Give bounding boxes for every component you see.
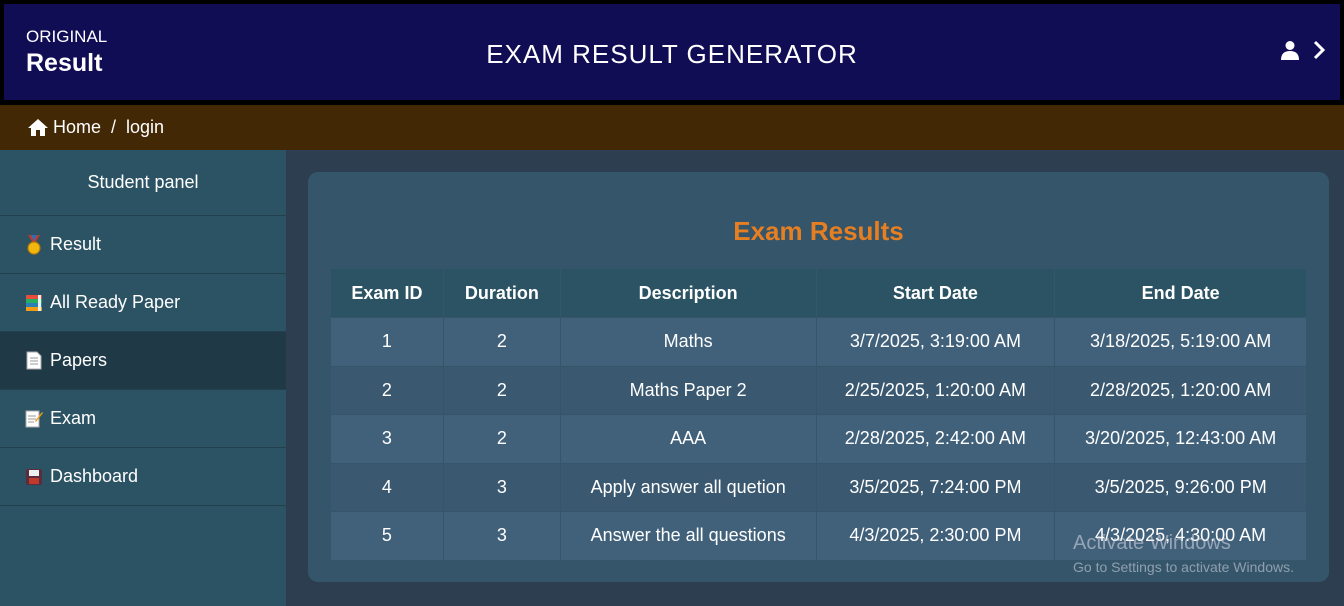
table-cell: 4/3/2025, 2:30:00 PM [815, 511, 1056, 561]
app-title: EXAM RESULT GENERATOR [486, 39, 858, 69]
table-cell: 3/7/2025, 3:19:00 AM [815, 317, 1056, 367]
table-cell: 2/28/2025, 2:42:00 AM [815, 414, 1056, 464]
table-cell: 4 [330, 462, 444, 512]
column-header: End Date [1054, 268, 1307, 318]
sidebar-item-papers[interactable]: Papers [0, 332, 286, 390]
table-cell: Answer the all questions [559, 511, 817, 561]
books-icon [24, 293, 44, 313]
memo-icon [24, 409, 44, 429]
breadcrumb-home-label: Home [53, 117, 102, 137]
table-cell: 3 [442, 462, 561, 512]
table-cell: 3/20/2025, 12:43:00 AM [1054, 414, 1307, 464]
table-cell: 3/18/2025, 5:19:00 AM [1054, 317, 1307, 367]
table-cell: 3/5/2025, 7:24:00 PM [815, 462, 1056, 512]
breadcrumb-home[interactable]: Home [27, 117, 101, 138]
results-table: Exam ID Duration Description Start Date … [330, 268, 1307, 561]
sidebar-item-label: All Ready Paper [50, 292, 181, 312]
sidebar-title: Student panel [0, 150, 286, 216]
home-icon [27, 118, 49, 137]
table-cell: 3 [442, 511, 561, 561]
floppy-disk-icon [24, 467, 44, 487]
table-cell: 5 [330, 511, 444, 561]
table-cell: 3/5/2025, 9:26:00 PM [1054, 462, 1307, 512]
exam-results-card: Exam Results Exam ID Duration Descriptio… [308, 172, 1329, 582]
sidebar-item-all-ready-paper[interactable]: All Ready Paper [0, 274, 286, 332]
sidebar: Student panel Result All Ready Paper Pap… [0, 150, 286, 606]
breadcrumb-current: login [126, 117, 165, 137]
table-cell: 1 [330, 317, 444, 367]
page-icon [24, 351, 44, 371]
table-cell: 2 [442, 365, 561, 415]
column-header: Start Date [815, 268, 1056, 318]
table-row: 1 2 Maths 3/7/2025, 3:19:00 AM 3/18/2025… [330, 317, 1307, 367]
sidebar-item-result[interactable]: Result [0, 216, 286, 274]
sidebar-item-exam[interactable]: Exam [0, 390, 286, 448]
medal-icon [24, 234, 44, 255]
column-header: Exam ID [330, 268, 444, 318]
watermark-subtitle: Go to Settings to activate Windows. [1073, 559, 1294, 575]
column-header: Duration [442, 268, 561, 318]
watermark-title: Activate Windows [1073, 532, 1231, 554]
table-cell: 2 [442, 414, 561, 464]
card-title: Exam Results [733, 216, 904, 246]
sidebar-item-label: Exam [50, 408, 97, 428]
sidebar-item-label: Result [50, 234, 102, 254]
sidebar-item-label: Dashboard [50, 466, 139, 486]
table-cell: Apply answer all quetion [559, 462, 817, 512]
table-cell: 2/28/2025, 1:20:00 AM [1054, 365, 1307, 415]
breadcrumb-separator: / [111, 117, 117, 137]
user-icon[interactable] [1280, 40, 1300, 65]
table-cell: Maths Paper 2 [559, 365, 817, 415]
table-cell: 2 [330, 365, 444, 415]
app-header: ORIGINAL Result EXAM RESULT GENERATOR [0, 0, 1344, 105]
sidebar-item-dashboard[interactable]: Dashboard [0, 448, 286, 506]
column-header: Description [559, 268, 817, 318]
activate-windows-watermark: Activate Windows Go to Settings to activ… [1073, 532, 1294, 575]
breadcrumb: Home / login [0, 105, 1344, 150]
table-row: 3 2 AAA 2/28/2025, 2:42:00 AM 3/20/2025,… [330, 414, 1307, 464]
table-cell: 2 [442, 317, 561, 367]
table-cell: Maths [559, 317, 817, 367]
table-cell: AAA [559, 414, 817, 464]
table-cell: 2/25/2025, 1:20:00 AM [815, 365, 1056, 415]
table-header-row: Exam ID Duration Description Start Date … [330, 268, 1307, 318]
table-row: 4 3 Apply answer all quetion 3/5/2025, 7… [330, 462, 1307, 512]
table-row: 2 2 Maths Paper 2 2/25/2025, 1:20:00 AM … [330, 365, 1307, 415]
sidebar-item-label: Papers [50, 350, 108, 370]
chevron-right-icon[interactable] [1312, 40, 1326, 65]
table-cell: 3 [330, 414, 444, 464]
